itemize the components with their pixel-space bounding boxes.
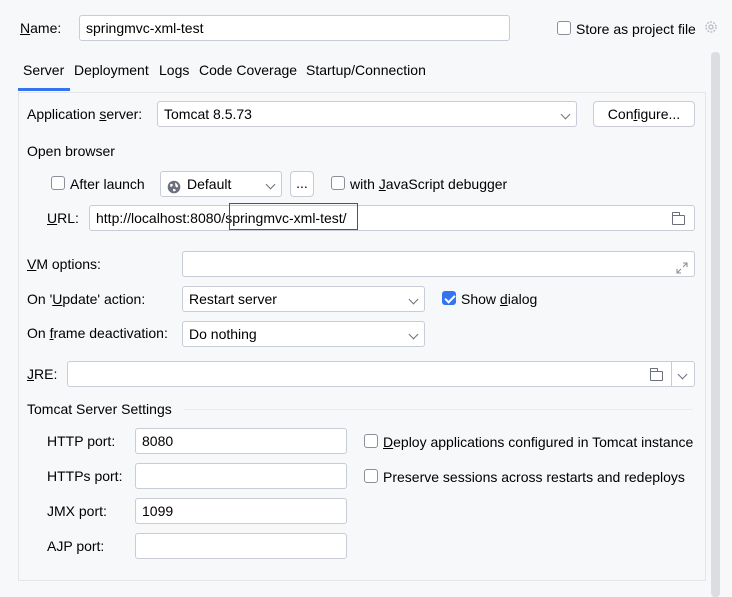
store-as-project-checkbox[interactable] [557,21,571,35]
vm-options-label: VM options: [27,256,101,272]
url-highlight-box [229,203,358,230]
url-label: URL: [47,210,79,226]
on-update-label: On 'Update' action: [27,291,146,307]
tomcat-settings-section: Tomcat Server Settings [27,401,172,417]
tab-deployment[interactable]: Deployment [74,61,149,79]
folder-icon[interactable] [672,212,685,225]
chevron-down-icon[interactable] [677,369,688,380]
scrollbar[interactable] [711,52,720,597]
show-dialog-label: Show dialog [461,291,538,307]
chevron-down-icon [408,294,419,305]
vm-options-field[interactable] [182,251,695,277]
ajp-port-label: AJP port: [47,538,105,554]
http-port-field[interactable]: 8080 [135,428,347,454]
after-launch-checkbox[interactable] [51,176,65,190]
preserve-sessions-checkbox[interactable] [364,469,378,483]
js-debugger-label: with JavaScript debugger [350,176,508,192]
open-browser-section: Open browser [27,143,115,159]
tab-server[interactable]: Server [23,61,64,79]
https-port-label: HTTPs port: [47,468,123,484]
browser-ellipsis-button[interactable]: ... [290,171,314,197]
name-field[interactable]: springmvc-xml-test [79,15,510,41]
on-update-select[interactable]: Restart server [182,286,425,312]
expand-icon[interactable] [676,257,688,274]
folder-icon[interactable] [650,368,663,381]
jre-field[interactable] [67,361,695,387]
divider [671,362,672,386]
tab-code-coverage[interactable]: Code Coverage [199,61,297,79]
jmx-port-label: JMX port: [47,503,107,519]
active-tab-indicator [18,88,70,91]
store-as-project-label: Store as project file [576,21,696,37]
name-label: Name: [20,20,62,36]
deploy-apps-checkbox[interactable] [364,434,378,448]
deploy-apps-label: Deploy applications configured in Tomcat… [383,434,694,450]
on-frame-select[interactable]: Do nothing [182,321,425,347]
chevron-down-icon [265,179,276,190]
chevron-down-icon [408,329,419,340]
globe-icon [167,177,181,194]
gear-icon[interactable] [703,19,719,35]
tab-startup-connection[interactable]: Startup/Connection [306,61,426,79]
section-separator [184,409,693,410]
browser-select[interactable]: Default [160,171,282,197]
configure-button[interactable]: Configure... [593,101,695,127]
ajp-port-field[interactable] [135,533,347,559]
jre-label: JRE: [27,366,58,382]
http-port-label: HTTP port: [47,433,116,449]
url-field[interactable]: http://localhost:8080/springmvc-xml-test… [89,205,695,231]
jmx-port-field[interactable]: 1099 [135,498,347,524]
chevron-down-icon [560,109,571,120]
js-debugger-checkbox[interactable] [331,176,345,190]
show-dialog-checkbox[interactable] [442,291,456,305]
on-frame-label: On frame deactivation: [27,325,168,341]
app-server-select[interactable]: Tomcat 8.5.73 [157,101,577,127]
preserve-sessions-label: Preserve sessions across restarts and re… [383,469,685,485]
app-server-label: Application server: [27,106,143,122]
tab-logs[interactable]: Logs [159,61,189,79]
after-launch-label: After launch [70,176,145,192]
https-port-field[interactable] [135,463,347,489]
